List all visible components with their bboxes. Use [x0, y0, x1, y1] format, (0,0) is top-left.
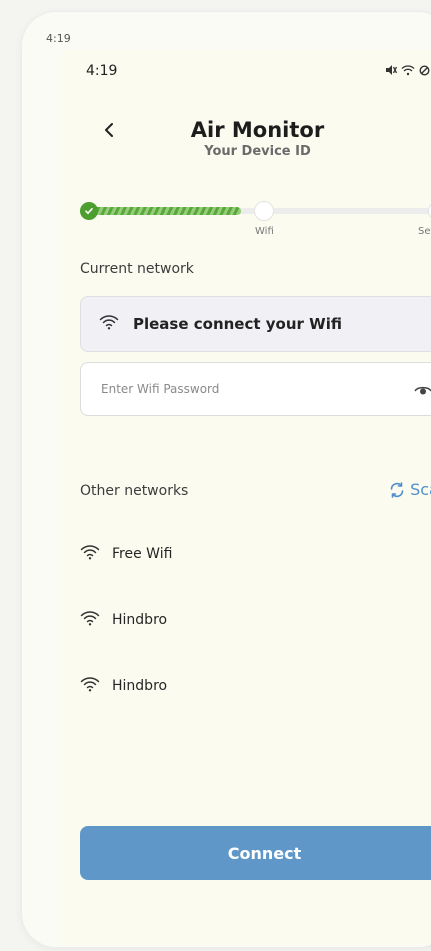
other-networks-label: Other networks [80, 483, 189, 499]
network-item[interactable]: Free Wifi [80, 539, 431, 569]
mute-icon [385, 64, 397, 76]
step-setup-label: Setup [418, 226, 431, 237]
connect-button[interactable]: Connect [80, 826, 431, 880]
wifi-icon [80, 676, 100, 696]
page-subtitle: Your Device ID [204, 144, 311, 159]
eye-icon[interactable] [414, 382, 431, 401]
blocked-icon [419, 64, 430, 76]
wifi-icon [99, 314, 119, 334]
progress-fill [84, 207, 241, 215]
wifi-icon [80, 610, 100, 630]
password-input[interactable] [99, 381, 393, 397]
scan-label: Scan [410, 480, 431, 499]
network-name: Hindbro [112, 678, 168, 694]
network-name: Hindbro [112, 612, 168, 628]
device-frame: 4:19 4:19 Air Monitor Your Device ID Wif… [22, 12, 431, 947]
step-wifi-dot [254, 201, 274, 221]
step-start-complete [80, 202, 98, 220]
step-wifi-label: Wifi [255, 226, 274, 237]
network-item[interactable]: Hindbro [80, 671, 431, 701]
network-item[interactable]: Hindbro [80, 605, 431, 635]
current-network-card[interactable]: Please connect your Wifi [80, 296, 431, 352]
current-network-label: Current network [80, 261, 194, 277]
status-icons [385, 64, 431, 76]
app-screen: 4:19 Air Monitor Your Device ID Wifi Se … [62, 50, 431, 945]
ghost-status-time: 4:19 [46, 32, 71, 45]
scan-button[interactable]: Scan [388, 480, 431, 499]
network-name: Free Wifi [112, 546, 173, 562]
status-time: 4:19 [86, 63, 118, 79]
current-network-value: Please connect your Wifi [133, 315, 342, 333]
password-field[interactable] [80, 362, 431, 416]
wifi-icon [80, 544, 100, 564]
refresh-icon [390, 481, 404, 498]
signal-icon [401, 64, 415, 76]
check-icon [85, 208, 93, 215]
page-title: Air Monitor [190, 118, 325, 142]
